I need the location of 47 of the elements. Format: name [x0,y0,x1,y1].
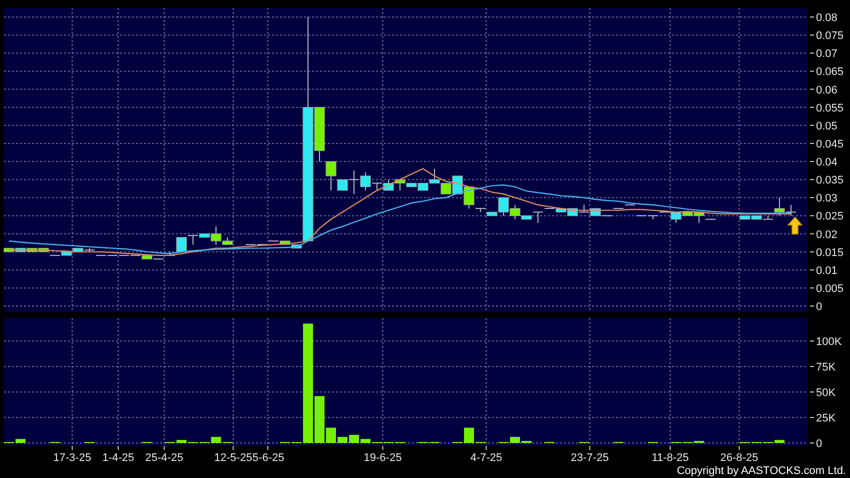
axis-label: 23-7-25 [570,452,609,464]
volume-bar [694,440,704,443]
axis-label: 50K [816,386,836,399]
axis-label: 0.045 [816,138,844,150]
axis-label: 0.005 [816,282,844,295]
volume-bar [326,428,336,443]
axis-label: 0.02 [816,228,838,241]
axis-label: 1-4-25 [102,452,134,464]
axis-label: 5-6-25 [252,452,284,464]
axis-label: 0.06 [816,84,838,96]
volume-bar [464,428,474,443]
axis-label: 0.035 [816,174,844,187]
volume-bar [774,440,784,443]
axis-label: 0.08 [816,12,838,24]
copyright-text: Copyright by AASTOCKS.com Ltd. [676,464,846,478]
volume-bar [522,440,532,443]
axis-label: 0.075 [816,30,844,42]
axis-label: 25K [816,412,836,424]
up-arrow-icon [787,216,803,234]
axis-label: 0.065 [816,66,844,78]
axis-label: 17-3-25 [53,452,92,464]
axis-label: 19-6-25 [364,452,402,464]
volume-bar [360,438,370,443]
axis-label: 26-8-25 [720,452,758,464]
candlestick [578,204,590,213]
axis-label: 0.015 [816,246,844,259]
axis-label: 0.01 [816,264,838,277]
axis-label: 11-8-25 [652,452,689,464]
candlestick [383,179,394,191]
axis-label: 0.025 [816,210,844,223]
candlestick [613,208,624,209]
volume-bar [16,438,26,443]
volume-bar [314,396,324,443]
axis-label: 0 [816,438,822,450]
axis-label: 0.03 [816,192,838,205]
candlestick [624,204,636,206]
axis-label: 0.05 [816,120,838,132]
axis-label: 100K [816,336,842,348]
axis-label: 0.055 [816,102,844,114]
volume-bar [176,440,186,443]
axis-label: 0.04 [816,156,838,168]
axis-label: 12-5-25 [214,452,252,464]
axis-label: 0 [816,301,822,313]
axis-label: 4-7-25 [470,452,502,464]
axis-label: 75K [816,361,836,374]
axis-label: 25-4-25 [145,452,184,464]
axis-label: 0.07 [816,48,838,60]
